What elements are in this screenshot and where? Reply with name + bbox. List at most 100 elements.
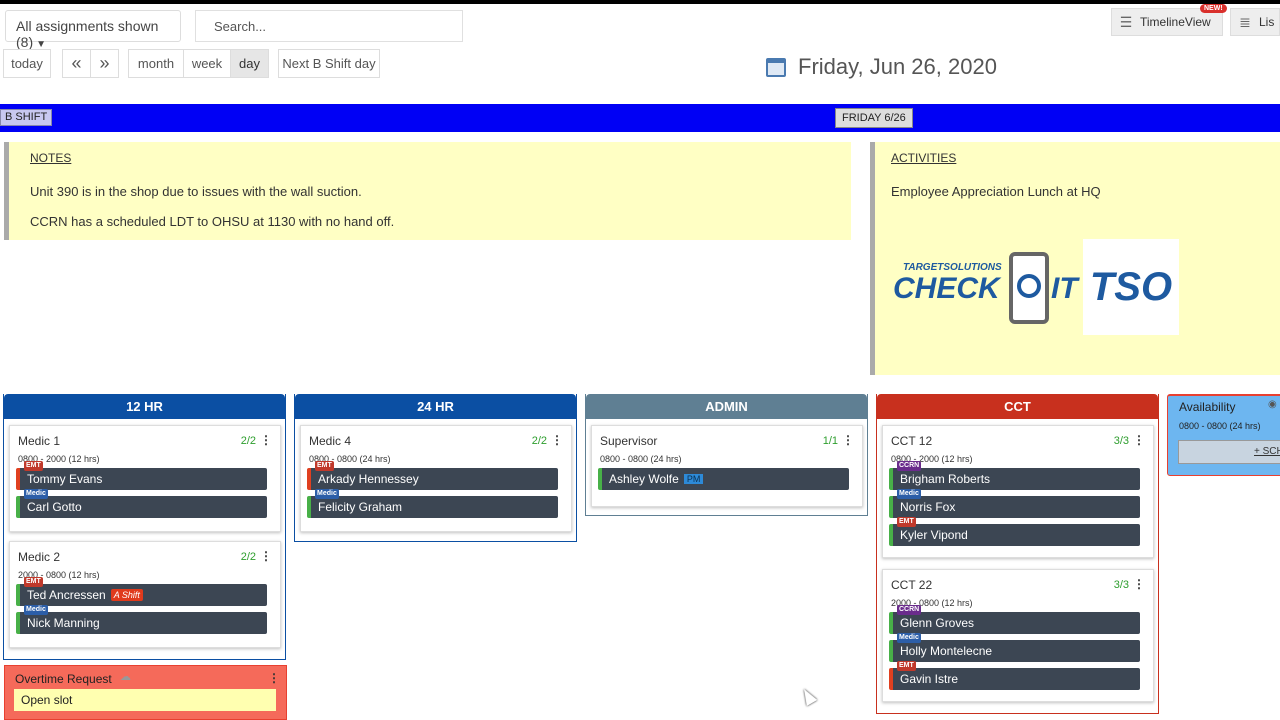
card-count: 2/2 <box>240 551 256 563</box>
role-badge: EMT <box>24 577 43 587</box>
card-count: 1/1 <box>822 435 838 447</box>
list-lines-icon: ☰ <box>1119 13 1133 30</box>
person-row[interactable]: Medic Felicity Graham <box>307 489 558 518</box>
assignment-card-medic-2[interactable]: Medic 2 2/2 ⋮ 2000 - 0800 (12 hrs) EMT Te… <box>9 541 281 648</box>
role-badge: CCRN <box>897 605 922 615</box>
notes-header: NOTES <box>30 151 72 165</box>
card-title: Supervisor <box>600 434 658 448</box>
date-header: Friday, Jun 26, 2020 <box>766 54 997 80</box>
database-icon: ≣ <box>1239 13 1251 30</box>
person-name: Kyler Vipond <box>900 528 968 542</box>
search-input[interactable] <box>195 10 463 42</box>
timeline-view-button[interactable]: ☰ TimelineView NEW! <box>1111 4 1227 36</box>
kebab-menu-icon[interactable]: ⋮ <box>268 671 280 685</box>
assignment-card-supervisor[interactable]: Supervisor 1/1 ⋮ 0800 - 0800 (24 hrs) As… <box>591 425 863 507</box>
week-button[interactable]: week <box>183 49 231 78</box>
list-view-button[interactable]: ≣ Lis <box>1230 8 1280 36</box>
card-count: 2/2 <box>240 435 256 447</box>
role-badge: Medic <box>24 489 48 499</box>
person-row[interactable]: Medic Carl Gotto <box>16 489 267 518</box>
kebab-menu-icon[interactable]: ⋮ <box>260 433 272 447</box>
person-row[interactable]: EMT Kyler Vipond <box>889 517 1140 546</box>
shift-banner <box>0 104 1280 132</box>
column-header: 12 HR <box>4 394 285 419</box>
person-row[interactable]: Ashley Wolfe PM <box>598 468 849 490</box>
person-row[interactable]: EMT Ted Ancressen A Shift <box>16 577 267 606</box>
open-slot[interactable]: Open slot <box>14 689 276 711</box>
person-row[interactable]: Medic Holly Montelecne <box>889 633 1140 662</box>
person-row[interactable]: Medic Norris Fox <box>889 489 1140 518</box>
day-button[interactable]: day <box>230 49 269 78</box>
availability-card[interactable]: Availability ◉ 0800 - 0800 (24 hrs) + SC… <box>1167 394 1280 476</box>
assignment-card-medic-4[interactable]: Medic 4 2/2 ⋮ 0800 - 0800 (24 hrs) EMT Ar… <box>300 425 572 532</box>
person-name: Felicity Graham <box>318 500 403 514</box>
today-button[interactable]: today <box>3 49 51 78</box>
shift-label: B SHIFT <box>0 109 53 126</box>
person-row[interactable]: CCRN Brigham Roberts <box>889 461 1140 490</box>
person-name: Tommy Evans <box>27 472 103 486</box>
column-header: 24 HR <box>295 394 576 419</box>
column-header: ADMIN <box>586 394 867 419</box>
assignment-card-medic-1[interactable]: Medic 1 2/2 ⋮ 0800 - 2000 (12 hrs) EMT To… <box>9 425 281 532</box>
role-badge: EMT <box>897 661 916 671</box>
kebab-menu-icon[interactable]: ⋮ <box>1133 433 1145 447</box>
overtime-request-card[interactable]: Overtime Request ☁ ⋮ Open slot <box>4 665 287 720</box>
logo-it-text: IT <box>1051 272 1078 305</box>
next-shift-day-button[interactable]: Next B Shift day <box>278 49 380 78</box>
availability-time: 0800 - 0800 (24 hrs) <box>1179 421 1261 431</box>
role-badge: Medic <box>897 633 921 643</box>
person-name: Brigham Roberts <box>900 472 991 486</box>
activities-panel: ACTIVITIES Employee Appreciation Lunch a… <box>870 142 1280 375</box>
card-title: Medic 1 <box>18 434 61 448</box>
role-badge: Medic <box>315 489 339 499</box>
role-badge: CCRN <box>897 461 922 471</box>
month-button[interactable]: month <box>128 49 184 78</box>
person-row[interactable]: CCRN Glenn Groves <box>889 605 1140 634</box>
timeline-view-label: TimelineView <box>1140 15 1211 29</box>
role-badge: Medic <box>24 605 48 615</box>
date-title: Friday, Jun 26, 2020 <box>798 54 997 79</box>
role-badge: EMT <box>897 517 916 527</box>
person-name: Holly Montelecne <box>900 644 993 658</box>
checkit-logo: TARGETSOLUTIONS CHECK IT <box>893 250 1083 330</box>
person-name: Carl Gotto <box>27 500 82 514</box>
person-name: Nick Manning <box>27 616 100 630</box>
next-button[interactable]: » <box>90 49 119 78</box>
card-title: Medic 2 <box>18 550 61 564</box>
person-name: Glenn Groves <box>900 616 975 630</box>
activities-header: ACTIVITIES <box>891 151 957 165</box>
kebab-menu-icon[interactable]: ⋮ <box>842 433 854 447</box>
phone-gear-icon <box>1009 252 1049 324</box>
role-badge: EMT <box>315 461 334 471</box>
person-name: Ashley Wolfe <box>609 472 679 486</box>
card-title: CCT 22 <box>891 578 933 592</box>
assignment-card-cct-22[interactable]: CCT 22 3/3 ⋮ 2000 - 0800 (12 hrs) CCRN Gl… <box>882 569 1154 702</box>
person-row[interactable]: Medic Nick Manning <box>16 605 267 634</box>
tso-logo: TSO <box>1083 239 1179 335</box>
role-badge: EMT <box>24 461 43 471</box>
note-line: CCRN has a scheduled LDT to OHSU at 1130… <box>30 214 395 229</box>
card-count: 3/3 <box>1113 579 1129 591</box>
person-row[interactable]: EMT Tommy Evans <box>16 461 267 490</box>
kebab-menu-icon[interactable]: ⋮ <box>1133 577 1145 591</box>
kebab-menu-icon[interactable]: ⋮ <box>551 433 563 447</box>
top-border <box>0 0 1280 4</box>
assignment-filter-dropdown[interactable]: All assignments shown (8) ▼ <box>5 10 181 50</box>
person-row[interactable]: EMT Gavin Istre <box>889 661 1140 690</box>
new-badge: NEW! <box>1200 4 1227 13</box>
prev-button[interactable]: « <box>62 49 91 78</box>
assignment-card-cct-12[interactable]: CCT 12 3/3 ⋮ 0800 - 2000 (12 hrs) CCRN Br… <box>882 425 1154 558</box>
kebab-menu-icon[interactable]: ⋮ <box>260 549 272 563</box>
person-name: Arkady Hennessey <box>318 472 419 486</box>
column-header: CCT <box>877 394 1158 419</box>
day-label: FRIDAY 6/26 <box>835 108 913 128</box>
person-name: Norris Fox <box>900 500 956 514</box>
person-name: Gavin Istre <box>900 672 959 686</box>
card-count: 3/3 <box>1113 435 1129 447</box>
calendar-icon <box>766 57 786 77</box>
schedule-button[interactable]: + SCH <box>1178 440 1280 464</box>
list-view-label: Lis <box>1259 15 1275 29</box>
activity-text: Employee Appreciation Lunch at HQ <box>891 184 1101 199</box>
person-row[interactable]: EMT Arkady Hennessey <box>307 461 558 490</box>
logo-check-text: CHECK <box>893 272 1000 305</box>
